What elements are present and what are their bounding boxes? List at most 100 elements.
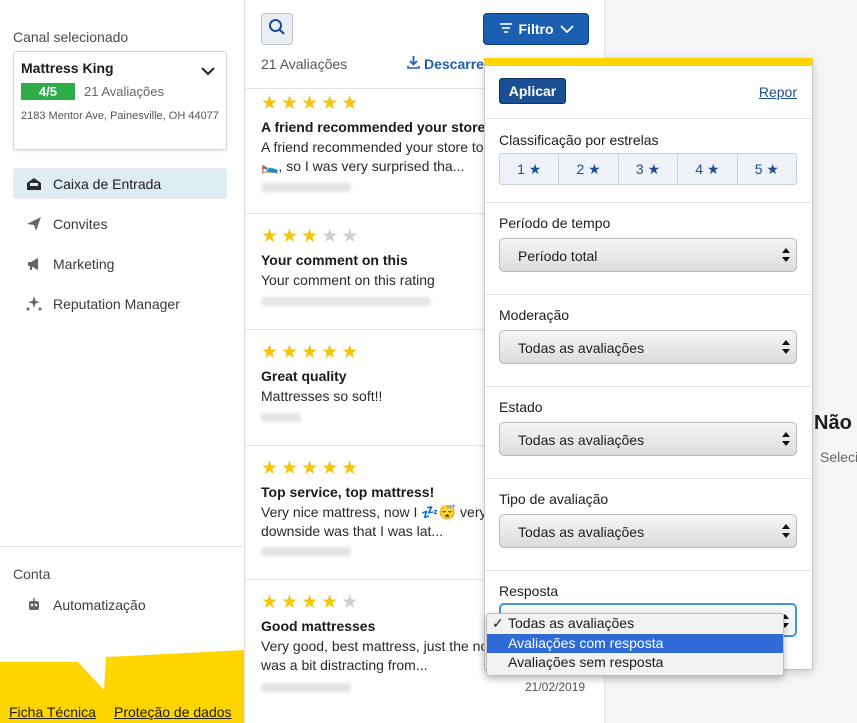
- score-badge: 4/5: [21, 83, 75, 100]
- reviewer-name-blurred: [261, 547, 351, 556]
- nav-item-automation[interactable]: Automatização: [13, 589, 227, 620]
- download-icon: [407, 55, 420, 72]
- nav-item-invites[interactable]: Convites: [13, 208, 227, 239]
- search-button[interactable]: [261, 13, 293, 45]
- star-filled-icon: ★: [281, 93, 299, 114]
- reviewer-name-blurred: [261, 413, 301, 422]
- nav-item-label: Automatização: [53, 596, 146, 613]
- select-arrows-icon: [781, 338, 791, 359]
- checkmark-icon: ✓: [492, 615, 504, 631]
- response-option-label: Todas as avaliações: [508, 615, 635, 631]
- select-arrows-icon: [781, 522, 791, 543]
- star-filled-icon: ★: [341, 342, 359, 363]
- select-arrows-icon: [781, 430, 791, 451]
- panel-divider: [485, 294, 812, 295]
- nav-item-marketing[interactable]: Marketing: [13, 248, 227, 279]
- star-filter-5[interactable]: 5 ★: [738, 154, 796, 184]
- response-dropdown-list: ✓ Todas as avaliações Avaliações com res…: [486, 613, 784, 676]
- nav-item-label: Convites: [53, 215, 108, 232]
- reviewer-name-blurred: [261, 183, 351, 192]
- empty-state-subtitle: Seleci: [820, 449, 857, 465]
- star-filled-icon: ★: [301, 458, 319, 479]
- account-label: Conta: [13, 566, 51, 582]
- channel-address: 2183 Mentor Ave, Painesville, OH 44077: [21, 110, 219, 122]
- tech-sheet-link[interactable]: Ficha Técnica: [9, 704, 96, 720]
- star-filled-icon: ★: [321, 458, 339, 479]
- filter-button[interactable]: Filtro: [483, 13, 589, 45]
- state-select[interactable]: Todas as avaliações: [499, 422, 797, 456]
- filter-panel: Aplicar Repor Classificação por estrelas…: [484, 58, 813, 670]
- sparkle-stars-icon: [24, 294, 44, 314]
- select-arrows-icon: [781, 246, 791, 267]
- review-count: 21 Avaliações: [261, 56, 348, 72]
- nav-item-label: Reputation Manager: [53, 295, 180, 312]
- star-filled-icon: ★: [281, 226, 299, 247]
- response-option-with-reply[interactable]: Avaliações com resposta: [487, 634, 783, 653]
- star-rating: ★ ★ ★ ★ ★: [261, 227, 358, 247]
- channel-selector[interactable]: Mattress King 4/5 21 Avaliações 2183 Men…: [13, 51, 227, 150]
- star-filter-4[interactable]: 4 ★: [678, 154, 738, 184]
- panel-divider: [485, 478, 812, 479]
- star-filled-icon: ★: [301, 592, 319, 613]
- star-filter-2[interactable]: 2 ★: [559, 154, 619, 184]
- star-rating: ★ ★ ★ ★ ★: [261, 94, 358, 114]
- chevron-down-icon: [201, 63, 215, 81]
- star-empty-icon: ★: [321, 226, 339, 247]
- state-label: Estado: [499, 399, 543, 415]
- star-filled-icon: ★: [281, 342, 299, 363]
- star-filled-icon: ★: [321, 342, 339, 363]
- response-option-label: Avaliações com resposta: [508, 635, 664, 651]
- sidebar: Canal selecionado Mattress King 4/5 21 A…: [0, 0, 245, 723]
- reset-link[interactable]: Repor: [759, 84, 797, 100]
- period-select[interactable]: Período total: [499, 238, 797, 272]
- star-filled-icon: ★: [321, 592, 339, 613]
- moderation-select[interactable]: Todas as avaliações: [499, 330, 797, 364]
- star-filled-icon: ★: [261, 226, 279, 247]
- star-filter-1[interactable]: 1 ★: [500, 154, 560, 184]
- privacy-link[interactable]: Proteção de dados: [114, 704, 232, 720]
- review-title: Your comment on this: [261, 252, 408, 268]
- star-filter-group: 1 ★ 2 ★ 3 ★ 4 ★ 5 ★: [499, 153, 797, 185]
- nav-item-label: Marketing: [53, 255, 115, 272]
- reviewer-name-blurred: [261, 297, 431, 306]
- panel-divider: [485, 202, 812, 203]
- star-rating: ★ ★ ★ ★ ★: [261, 593, 358, 613]
- nav-item-reputation-manager[interactable]: Reputation Manager: [13, 288, 227, 319]
- nav-item-inbox[interactable]: Caixa de Entrada: [13, 168, 227, 199]
- star-rating: ★ ★ ★ ★ ★: [261, 459, 358, 479]
- star-filled-icon: ★: [281, 458, 299, 479]
- channel-review-count: 21 Avaliações: [84, 84, 164, 99]
- filter-lines-icon: [499, 21, 513, 37]
- star-filled-icon: ★: [261, 342, 279, 363]
- inbox-icon: [24, 174, 44, 194]
- channel-name: Mattress King: [21, 60, 114, 76]
- panel-divider: [485, 118, 812, 119]
- star-filled-icon: ★: [281, 592, 299, 613]
- review-title: Top service, top mattress!: [261, 484, 435, 500]
- review-date: 21/02/2019: [525, 680, 586, 694]
- review-type-select[interactable]: Todas as avaliações: [499, 514, 797, 548]
- star-filled-icon: ★: [321, 93, 339, 114]
- apply-button[interactable]: Aplicar: [499, 78, 566, 104]
- star-filled-icon: ★: [341, 93, 359, 114]
- star-filled-icon: ★: [341, 458, 359, 479]
- review-title: Good mattresses: [261, 618, 376, 634]
- megaphone-icon: [24, 254, 44, 274]
- review-type-select-value: Todas as avaliações: [518, 524, 645, 540]
- star-filter-3[interactable]: 3 ★: [619, 154, 679, 184]
- panel-divider: [485, 386, 812, 387]
- star-filled-icon: ★: [261, 592, 279, 613]
- period-label: Período de tempo: [499, 215, 611, 231]
- response-option-all[interactable]: ✓ Todas as avaliações: [487, 614, 783, 633]
- chevron-down-icon: [559, 21, 574, 37]
- robot-icon: [24, 595, 44, 615]
- filter-button-label: Filtro: [518, 21, 554, 37]
- star-filled-icon: ★: [301, 93, 319, 114]
- moderation-label: Moderação: [499, 307, 570, 323]
- star-filled-icon: ★: [261, 93, 279, 114]
- search-icon: [268, 18, 286, 41]
- response-option-without-reply[interactable]: Avaliações sem resposta: [487, 653, 783, 672]
- paper-plane-icon: [24, 214, 44, 234]
- sidebar-divider: [0, 546, 244, 547]
- star-filled-icon: ★: [261, 458, 279, 479]
